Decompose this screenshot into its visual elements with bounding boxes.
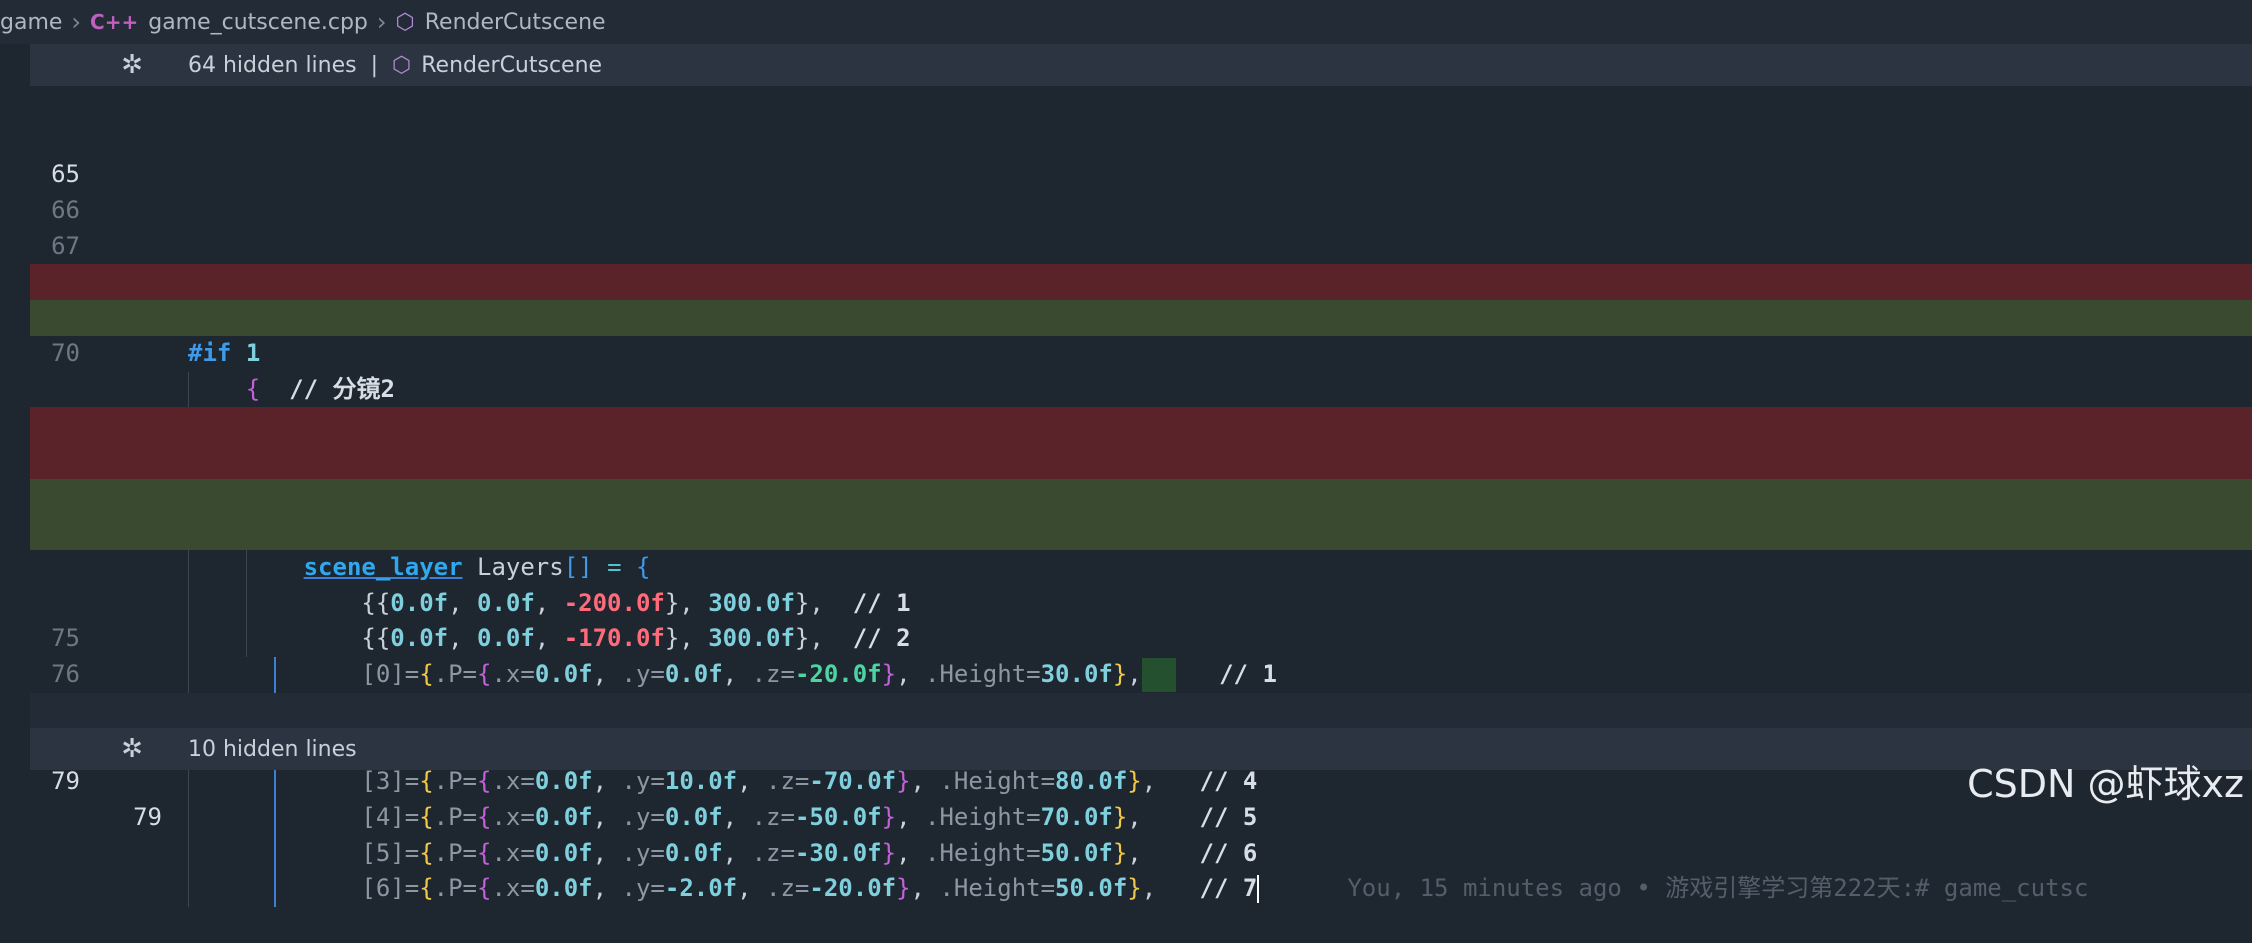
code-line[interactable]: 78 78 [5]={.P={.x=0.0f, .y=0.0f, .z=-30.… bbox=[30, 657, 2252, 872]
code-line-deleted[interactable]: 74 − {{0.0f, 0.0f, -170.0f}, 300.0f}, //… bbox=[30, 442, 2252, 658]
code-line-current[interactable]: 79 79 [6]={.P={.x=0.0f, .y=-2.0f, .z=-20… bbox=[30, 692, 2252, 907]
expand-fold-icon[interactable]: ✲ bbox=[117, 50, 147, 80]
code-line[interactable]: 69 69 Scene.AssetType = Asset_OpeningCut… bbox=[30, 229, 2252, 443]
code-line[interactable]: 77 77 [4]={.P={.x=0.0f, .y=0.0f, .z=-50.… bbox=[30, 621, 2252, 836]
hidden-lines-count: 10 hidden lines bbox=[188, 736, 357, 762]
code-line[interactable]: 76 76 [3]={.P={.x=0.0f, .y=10.0f, .z=-70… bbox=[30, 586, 2252, 800]
code-line[interactable]: 65 65 } bbox=[30, 86, 2252, 301]
breadcrumb-item-symbol[interactable]: RenderCutscene bbox=[425, 10, 606, 35]
breadcrumb: game › C++ game_cutscene.cpp › ⬡ RenderC… bbox=[0, 0, 2252, 44]
diff-editor[interactable]: 65 65 } 66 66 #endif 67 67 #if 1 68 68 {… bbox=[30, 86, 2252, 907]
expand-fold-icon[interactable]: ✲ bbox=[117, 734, 147, 764]
code-text[interactable]: [6]={.P={.x=0.0f, .y=-2.0f, .z=-20.0f}, … bbox=[188, 871, 2252, 907]
hidden-lines-count: 64 hidden lines bbox=[188, 52, 357, 78]
text-cursor bbox=[1257, 875, 1260, 904]
watermark: CSDN @虾球xz bbox=[1967, 762, 2244, 806]
code-line[interactable]: 71 71 Scene.ShotIndex = 2; bbox=[30, 336, 2252, 551]
code-line[interactable]: 66 66 #endif bbox=[30, 122, 2252, 331]
method-cube-icon: ⬡ bbox=[392, 52, 412, 78]
code-line[interactable]: 75 75 [2]={.P={.x=0.0f, .y=0.0f, .z=-80.… bbox=[30, 550, 2252, 765]
breadcrumb-item-folder[interactable]: game bbox=[0, 10, 62, 35]
cpp-file-icon: C++ bbox=[90, 10, 139, 34]
code-line[interactable]: 72 72 scene_layer Layers[] = { bbox=[30, 372, 2252, 586]
breadcrumb-item-file[interactable]: game_cutscene.cpp bbox=[148, 10, 368, 35]
code-line-deleted[interactable]: 70 − Scene.LayerCount = 1; bbox=[30, 264, 2252, 479]
hidden-lines-fold-top[interactable]: ✲ 64 hidden lines | ⬡ RenderCutscene bbox=[30, 44, 2252, 86]
method-cube-icon: ⬡ bbox=[395, 9, 415, 35]
code-line[interactable]: 68 68 { // 分镜2 bbox=[30, 193, 2252, 408]
fold-symbol-name: RenderCutscene bbox=[421, 52, 603, 78]
fold-separator: | bbox=[370, 52, 379, 78]
git-blame-annotation: You, 15 minutes ago • 游戏引擎学习第222天:# game… bbox=[1347, 874, 2089, 903]
code-line-added[interactable]: 70 + Scene.LayerCount = 2; bbox=[30, 300, 2252, 515]
code-line-deleted[interactable]: 73 − {{0.0f, 0.0f, -200.0f}, 300.0f}, //… bbox=[30, 407, 2252, 622]
code-line-added[interactable]: 73 + [0]={.P={.x=0.0f, .y=0.0f, .z=-20.0… bbox=[30, 478, 2252, 693]
chevron-right-icon: › bbox=[376, 8, 387, 36]
code-line[interactable]: 67 67 #if 1 bbox=[30, 157, 2252, 367]
chevron-right-icon: › bbox=[71, 8, 82, 36]
code-text[interactable]: [5]={.P={.x=0.0f, .y=0.0f, .z=-30.0f}, .… bbox=[188, 835, 2252, 872]
hidden-lines-fold-bottom[interactable]: ✲ 10 hidden lines bbox=[30, 728, 2252, 770]
code-line-added[interactable]: 74 + [1]={.P={.x=0.0f, .y=0.0f, .z=-18.0… bbox=[30, 514, 2252, 729]
